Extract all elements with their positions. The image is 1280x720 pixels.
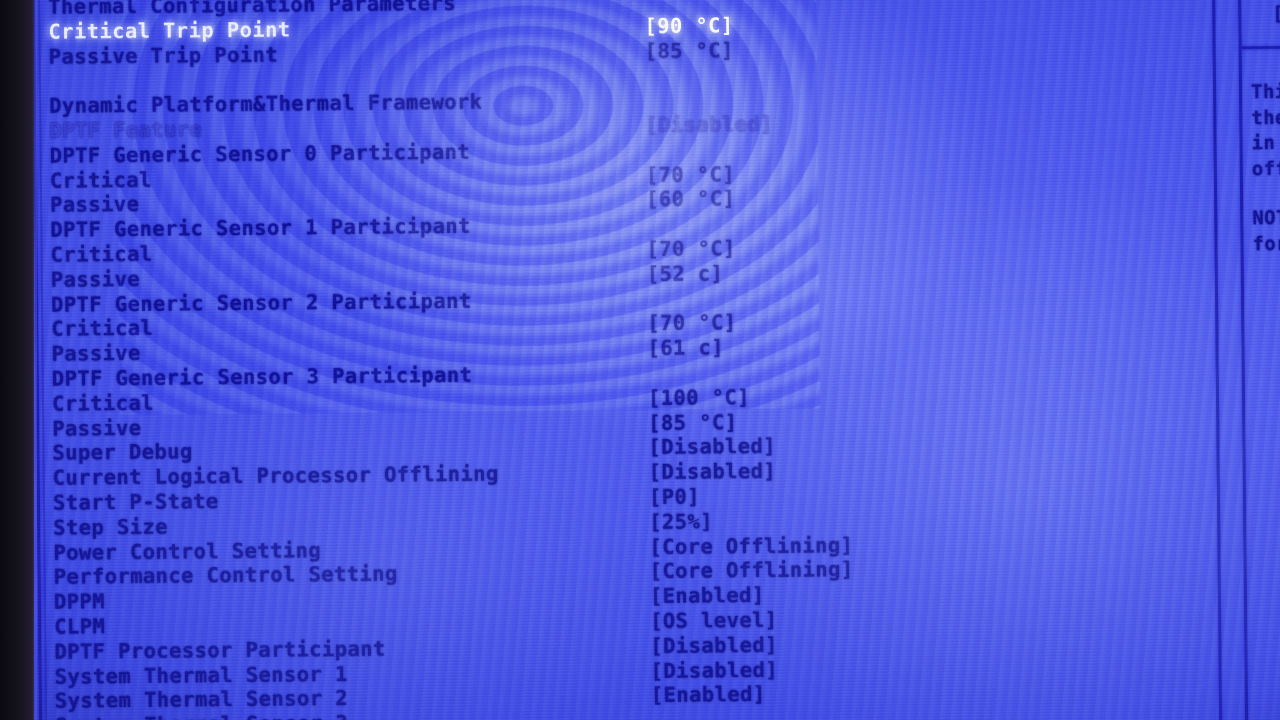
setting-value[interactable]: [Enabled]: [651, 682, 766, 708]
setting-label: Super Debug: [52, 439, 193, 466]
setting-value[interactable]: [Core Offlining]: [650, 557, 854, 584]
setting-value[interactable]: [60 °C]: [646, 187, 735, 213]
setting-label: Step Size: [53, 514, 168, 540]
setting-label: Passive Trip Point: [48, 42, 279, 69]
help-text-line: in wh: [1251, 132, 1280, 155]
setting-label: System Thermal Sensor 2: [54, 686, 349, 714]
setting-label: Power Control Setting: [53, 537, 322, 565]
help-note-line: NOTE:: [1252, 206, 1280, 230]
setting-value[interactable]: [70 °C]: [646, 236, 735, 262]
help-text-line: This: [1250, 80, 1280, 104]
setting-value[interactable]: [100 °C]: [648, 385, 750, 411]
help-note-line: for a: [1252, 232, 1280, 255]
help-text-line: off.: [1251, 157, 1280, 180]
help-panel-title: [: [1272, 2, 1280, 26]
setting-value[interactable]: [70 °C]: [647, 311, 736, 337]
help-panel-note: NOTE:for a: [1252, 206, 1280, 258]
setting-value[interactable]: [OS level]: [650, 608, 778, 634]
settings-list: Thermal Configuration Parameters Critical…: [48, 0, 1205, 720]
setting-label: Critical: [51, 390, 155, 416]
setting-value[interactable]: [61 c]: [647, 336, 724, 362]
help-panel-border-left: [1238, 0, 1249, 720]
setting-value[interactable]: [Enabled]: [650, 583, 765, 609]
setting-value[interactable]: [Core Offlining]: [649, 533, 853, 560]
setting-label: Critical: [49, 167, 152, 193]
photographed-bios-screen: Thermal Configuration Parameters Critical…: [0, 0, 1280, 720]
setting-label: Critical: [51, 316, 154, 342]
setting-value[interactable]: [Disabled]: [649, 459, 777, 485]
help-panel: [ This the in whoff. NOTE:for a: [1248, 0, 1280, 718]
setting-value[interactable]: [P0]: [649, 485, 700, 510]
bios-setup-page: Thermal Configuration Parameters Critical…: [26, 0, 1280, 720]
setting-value[interactable]: [Disabled]: [650, 633, 778, 659]
help-panel-body: This the in whoff.: [1251, 80, 1280, 183]
setting-value[interactable]: [90 °C]: [644, 13, 733, 39]
setting-label: Critical Trip Point: [48, 17, 291, 44]
setting-label: Passive: [52, 415, 142, 441]
setting-label: DPPM: [53, 589, 105, 614]
setting-label: CLPM: [54, 614, 106, 639]
help-text-line: the: [1251, 106, 1280, 129]
setting-label: Critical: [50, 241, 153, 267]
setting-value[interactable]: [70 °C]: [646, 162, 735, 188]
setting-label: Passive: [51, 341, 141, 366]
setting-value[interactable]: [85 °C]: [648, 410, 737, 436]
setting-label: System Thermal Sensor 1: [54, 661, 348, 689]
setting-label: DPTF Feature: [49, 117, 203, 143]
panel-border-middle: [1211, 0, 1223, 720]
setting-value[interactable]: [85 °C]: [645, 38, 734, 64]
setting-label: Passive: [50, 266, 141, 292]
setting-label: Passive: [49, 192, 140, 218]
setting-value[interactable]: [Disabled]: [650, 657, 778, 683]
setting-value[interactable]: [52 c]: [647, 261, 724, 287]
setting-value[interactable]: [Disabled]: [645, 112, 773, 138]
monitor-screen-surface: Thermal Configuration Parameters Critical…: [26, 0, 1280, 720]
setting-value[interactable]: [Disabled]: [648, 434, 776, 460]
setting-value[interactable]: [25%]: [649, 509, 713, 534]
setting-label: Performance Control Setting: [53, 561, 398, 590]
setting-label: DPTF Processor Participant: [54, 636, 386, 664]
setting-label: Start P-State: [52, 489, 219, 515]
